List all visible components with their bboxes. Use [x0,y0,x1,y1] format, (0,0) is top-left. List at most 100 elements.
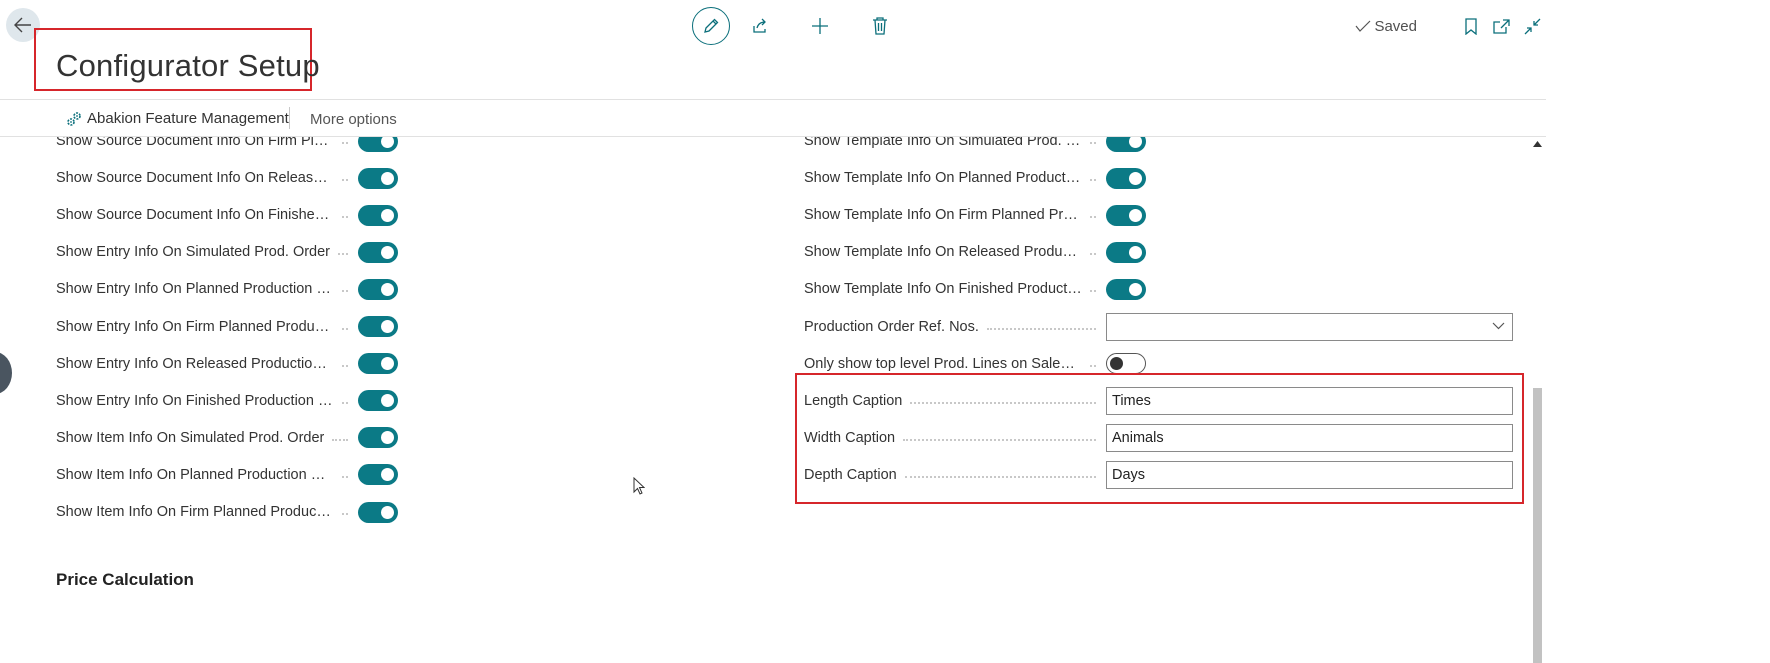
field-label-text: Show Item Info On Simulated Prod. Order [56,429,325,446]
toggle-switch[interactable] [358,278,398,300]
toggle-switch[interactable] [1106,353,1146,375]
toggle-switch[interactable] [358,501,398,523]
field-label: Show Item Info On Simulated Prod. Order [56,430,358,446]
field-label-text: Show Template Info On Planned Production… [804,170,1082,187]
share-button[interactable] [730,7,790,45]
field-row: Show Item Info On Firm Planned Productio… [56,497,398,527]
field-row: Show Template Info On Finished Productio… [804,274,1146,304]
delete-button[interactable] [850,7,910,45]
scroll-up-arrow-icon[interactable] [1533,141,1542,147]
toggle-switch[interactable] [358,241,398,263]
field-label: Only show top level Prod. Lines on Sales… [804,356,1106,372]
field-leader-dots [342,179,348,182]
field-label-text: Show Entry Info On Finished Production O… [56,392,334,409]
toggle-switch[interactable] [1106,278,1146,300]
field-label-text: Show Template Info On Released Productio… [804,244,1082,261]
field-label-text: Show Entry Info On Simulated Prod. Order [56,244,331,261]
action-bar-divider [289,107,290,129]
edit-button[interactable] [692,7,730,45]
toggle-switch[interactable] [358,464,398,486]
field-leader-dots [332,438,348,441]
field-label: Show Entry Info On Firm Planned Producti… [56,319,358,335]
window-actions: Saved [1355,12,1548,40]
field-label-text: Show Source Document Info On Firm Planne… [56,137,334,149]
field-label: Production Order Ref. Nos. [804,319,1106,335]
field-label-text: Show Template Info On Finished Productio… [804,281,1082,298]
field-leader-dots [1090,179,1096,182]
scrollbar-thumb[interactable] [1533,388,1542,663]
field-label: Show Template Info On Finished Productio… [804,281,1106,297]
toggle-switch[interactable] [1106,241,1146,263]
toggle-switch[interactable] [1106,167,1146,189]
field-label: Show Entry Info On Released Production O… [56,356,358,372]
field-leader-dots [1090,364,1096,367]
field-label: Show Item Info On Firm Planned Productio… [56,504,358,520]
toggle-switch[interactable] [1106,137,1146,152]
toggle-switch[interactable] [358,427,398,449]
abakion-feature-management-button[interactable]: Abakion Feature Management [66,110,289,127]
field-label-text: Show Item Info On Planned Production Ord… [56,466,334,483]
field-leader-dots [342,364,348,367]
field-leader-dots [1090,253,1096,256]
field-label: Show Entry Info On Finished Production O… [56,393,358,409]
field-row: Show Entry Info On Simulated Prod. Order [56,237,398,267]
field-label-text: Production Order Ref. Nos. [804,318,979,335]
field-leader-dots [342,475,348,478]
chevron-down-icon [1492,322,1505,329]
toggle-switch[interactable] [358,137,398,152]
new-button[interactable] [790,7,850,45]
share-icon [753,18,766,33]
field-leader-dots [1090,290,1096,293]
field-row: Show Template Info On Firm Planned Produ… [804,200,1146,230]
field-label-text: Show Entry Info On Firm Planned Producti… [56,318,334,335]
field-leader-dots [342,142,348,144]
field-row: Show Entry Info On Released Production O… [56,349,398,379]
field-leader-dots [986,327,1096,330]
pencil-icon [704,18,719,33]
more-options-button[interactable]: More options [310,111,397,128]
section-title-price-calculation[interactable]: Price Calculation [56,570,194,590]
toggle-switch[interactable] [358,316,398,337]
field-leader-dots [342,327,348,330]
field-leader-dots [1090,216,1096,219]
collapse-button[interactable] [1517,12,1548,40]
field-row: Show Entry Info On Finished Production O… [56,386,398,416]
field-label: Show Template Info On Released Productio… [804,244,1106,260]
toggle-switch[interactable] [1106,204,1146,226]
action-bar: Abakion Feature Management More options [0,99,1546,137]
field-label: Show Template Info On Planned Production… [804,170,1106,186]
open-new-window-button[interactable] [1486,12,1517,40]
field-row: Show Template Info On Released Productio… [804,237,1146,267]
field-label-text: Only show top level Prod. Lines on Sales… [804,355,1082,372]
field-leader-dots [342,513,348,515]
field-row: Show Entry Info On Firm Planned Producti… [56,312,398,342]
toggle-switch[interactable] [358,204,398,226]
field-row: Show Source Document Info On Finished Pr… [56,200,398,230]
field-label: Show Template Info On Simulated Prod. Or… [804,137,1106,149]
field-label-text: Show Entry Info On Planned Production Or… [56,281,334,298]
field-label: Show Entry Info On Planned Production Or… [56,281,358,297]
field-label-text: Show Template Info On Firm Planned Produ… [804,207,1082,224]
field-label: Show Source Document Info On Released Pr… [56,170,358,186]
gears-icon [67,111,81,126]
field-row: Show Template Info On Simulated Prod. Or… [804,137,1146,156]
checkmark-icon [1355,20,1371,32]
field-label: Show Template Info On Firm Planned Produ… [804,207,1106,223]
field-row: Show Entry Info On Planned Production Or… [56,274,398,304]
page-actions [692,7,910,45]
field-label: Show Item Info On Planned Production Ord… [56,467,358,483]
toggle-switch[interactable] [358,390,398,412]
field-label: Show Entry Info On Simulated Prod. Order [56,244,358,260]
bookmark-button[interactable] [1455,12,1486,40]
toggle-switch[interactable] [358,167,398,189]
arrow-left-icon [14,17,31,33]
toggle-switch[interactable] [358,353,398,375]
open-new-window-icon [1493,18,1510,34]
field-row: Show Item Info On Planned Production Ord… [56,460,398,490]
field-label: Show Source Document Info On Finished Pr… [56,207,358,223]
production-order-ref-nos-select[interactable] [1106,312,1513,341]
field-label-text: Show Item Info On Firm Planned Productio… [56,504,334,520]
page-title: Configurator Setup [56,48,320,83]
field-leader-dots [1090,142,1096,144]
field-label-text: Show Source Document Info On Finished Pr… [56,207,334,224]
